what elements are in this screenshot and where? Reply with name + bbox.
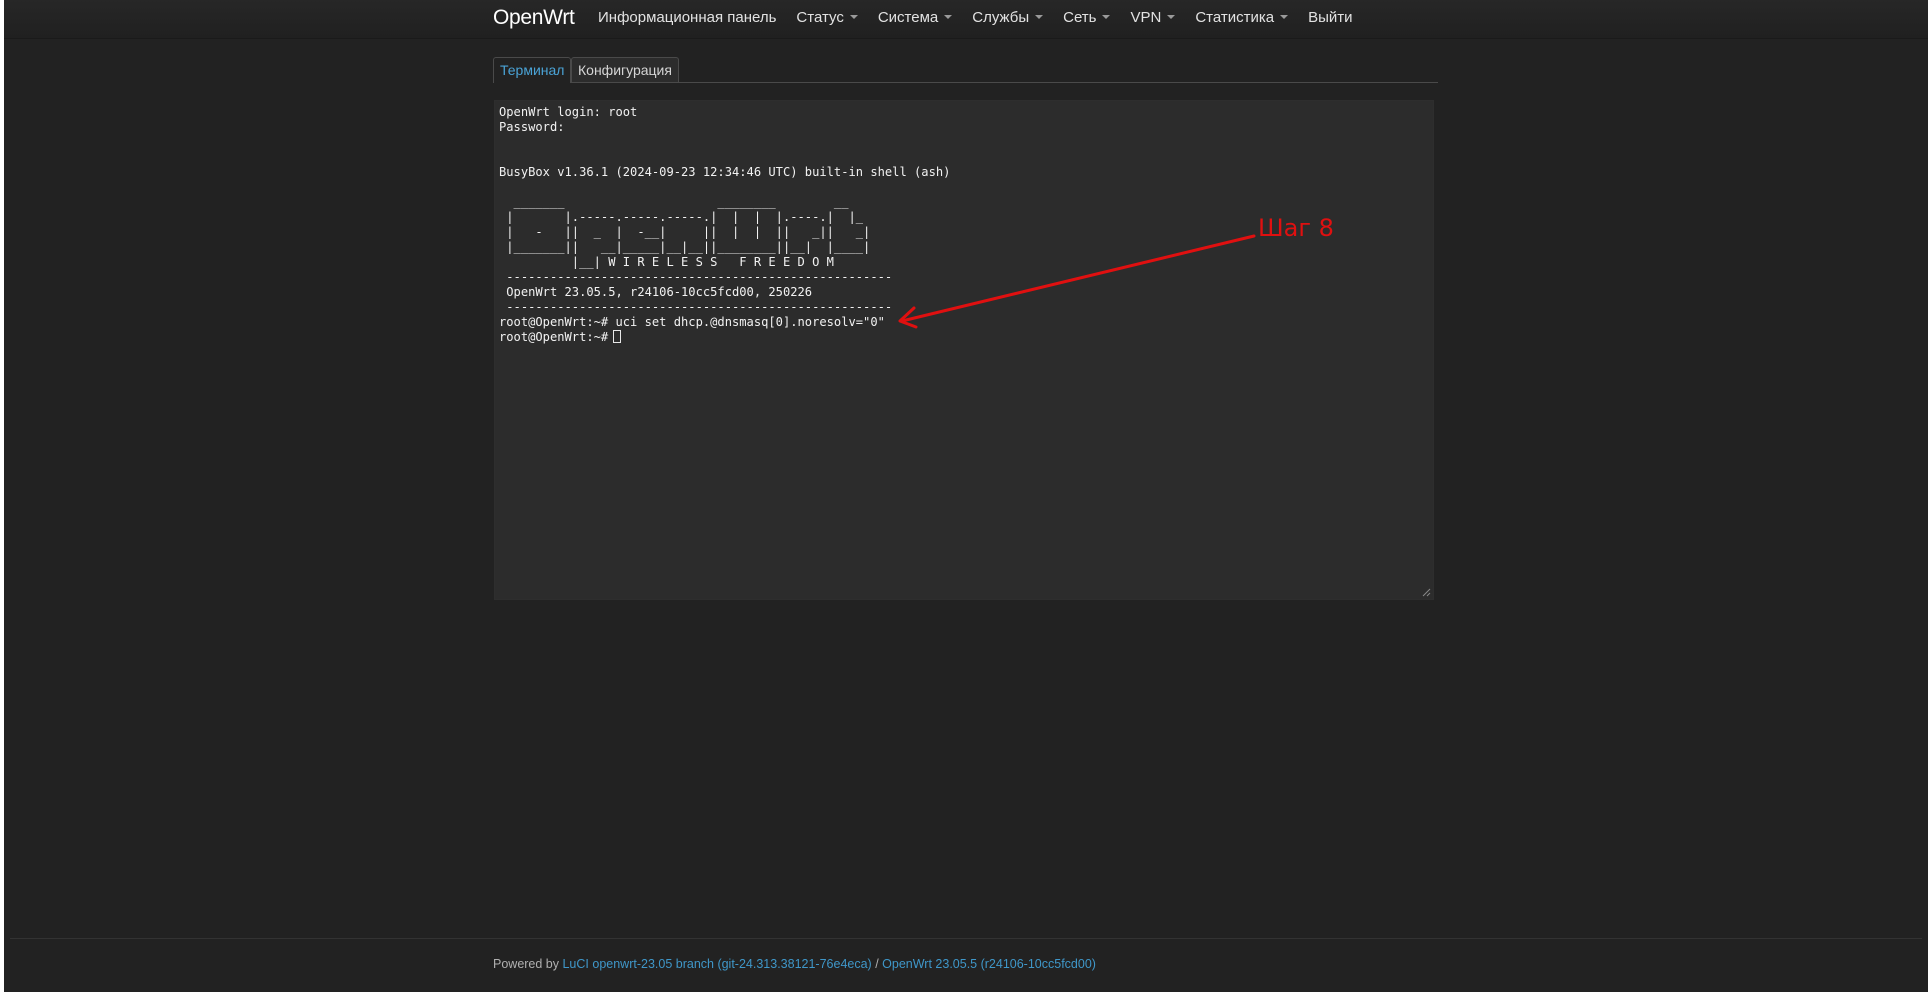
page-footer: Powered by LuCI openwrt-23.05 branch (gi… [493,957,1096,971]
tab-terminal[interactable]: Терминал [493,57,572,83]
terminal-line: ----------------------------------------… [499,300,893,314]
terminal-line: OpenWrt login: root [499,105,638,119]
menu-statistics[interactable]: Статистика [1195,9,1289,26]
tab-configuration[interactable]: Конфигурация [571,57,679,82]
menu-vpn[interactable]: VPN [1130,9,1176,26]
terminal-line: root@OpenWrt:~# uci set dhcp.@dnsmasq[0]… [499,315,885,329]
terminal-line: |__| W I R E L E S S F R E E D O M [499,255,834,269]
terminal-line: | |.-----.-----.-----.| | | |.----.| |_ [499,210,864,224]
terminal-line: | - || _ | -__| || | | || _|| _| [499,225,871,239]
footer-separator: / [871,957,883,971]
footer-prefix: Powered by [493,957,563,971]
annotation-step-label: Шаг 8 [1258,214,1334,242]
terminal-line: BusyBox v1.36.1 (2024-09-23 12:34:46 UTC… [499,165,951,179]
tab-bar: Терминал Конфигурация [493,57,1438,83]
menu-services[interactable]: Службы [972,9,1044,26]
menu-status[interactable]: Статус [796,9,858,26]
terminal-line: Password: [499,120,565,134]
terminal-console[interactable]: OpenWrt login: root Password: BusyBox v1… [494,100,1434,600]
luci-page: OpenWrt Информационная панель Статус Сис… [4,0,1928,992]
terminal-line: OpenWrt 23.05.5, r24106-10cc5fcd00, 2502… [499,285,813,299]
chevron-down-icon [1167,15,1176,19]
top-navbar: OpenWrt Информационная панель Статус Сис… [4,0,1928,39]
brand-logo[interactable]: OpenWrt [493,6,575,30]
menu-system[interactable]: Система [878,9,953,26]
menu-dashboard[interactable]: Информационная панель [598,9,776,26]
terminal-line: ----------------------------------------… [499,270,893,284]
terminal-line: _______ ________ __ [499,195,849,209]
terminal-line: root@OpenWrt:~# [499,330,616,344]
main-menu: Информационная панель Статус Система Слу… [598,9,1373,26]
terminal-line: |_______|| __|_____|__|__||________||__|… [499,240,871,254]
luci-version-link[interactable]: LuCI openwrt-23.05 branch (git-24.313.38… [562,957,871,971]
footer-divider [10,938,1922,939]
chevron-down-icon [944,15,953,19]
menu-logout[interactable]: Выйти [1308,9,1352,26]
chevron-down-icon [1280,15,1289,19]
resize-grip-icon[interactable] [1421,587,1431,597]
chevron-down-icon [1102,15,1111,19]
chevron-down-icon [849,15,858,19]
terminal-cursor [613,330,621,343]
openwrt-version-link[interactable]: OpenWrt 23.05.5 (r24106-10cc5fcd00) [882,957,1096,971]
chevron-down-icon [1035,15,1044,19]
menu-network[interactable]: Сеть [1063,9,1111,26]
